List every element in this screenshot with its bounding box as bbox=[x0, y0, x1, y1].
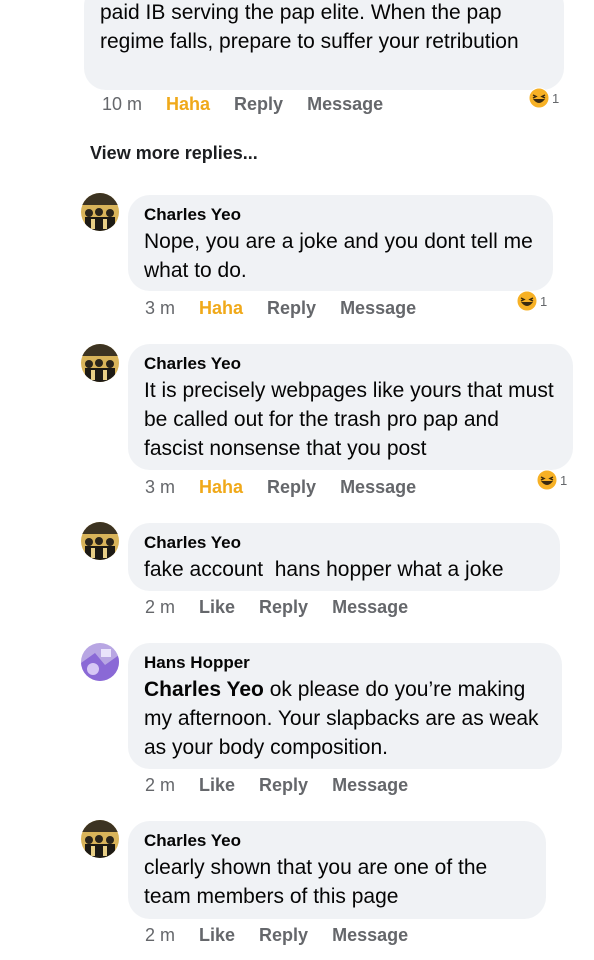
reply-button[interactable]: Reply bbox=[259, 775, 308, 796]
comment-bubble: Charles Yeo fake account hans hopper wha… bbox=[128, 523, 560, 591]
avatar[interactable] bbox=[81, 643, 119, 681]
reply-button[interactable]: Reply bbox=[259, 925, 308, 946]
timestamp: 2 m bbox=[145, 925, 176, 945]
reply-button[interactable]: Reply bbox=[259, 597, 308, 618]
timestamp: 2 m bbox=[145, 597, 176, 617]
comment-bubble: Charles Yeo Nope, you are a joke and you… bbox=[128, 195, 553, 291]
comment-text: fake account hans hopper what a joke bbox=[144, 558, 504, 581]
timestamp: 10 m bbox=[102, 94, 143, 114]
haha-button[interactable]: Haha bbox=[199, 298, 243, 319]
like-button[interactable]: Like bbox=[199, 775, 235, 796]
comment-text: clearly shown that you are one of the te… bbox=[144, 856, 488, 908]
comment-author[interactable]: Hans Hopper bbox=[144, 653, 546, 673]
haha-button[interactable]: Haha bbox=[199, 477, 243, 498]
timestamp: 3 m bbox=[145, 477, 176, 497]
haha-emoji-icon bbox=[528, 87, 550, 109]
group-photo-avatar bbox=[81, 522, 119, 560]
message-button[interactable]: Message bbox=[307, 94, 383, 115]
reply-button[interactable]: Reply bbox=[234, 94, 283, 115]
avatar[interactable] bbox=[81, 193, 119, 231]
message-button[interactable]: Message bbox=[340, 477, 416, 498]
like-button[interactable]: Like bbox=[199, 597, 235, 618]
reaction-summary[interactable]: 1 bbox=[536, 469, 567, 491]
mention-link[interactable]: Charles Yeo bbox=[144, 678, 264, 701]
like-button[interactable]: Like bbox=[199, 925, 235, 946]
message-button[interactable]: Message bbox=[332, 925, 408, 946]
group-photo-avatar bbox=[81, 193, 119, 231]
reply-button[interactable]: Reply bbox=[267, 298, 316, 319]
comment-bubble: Charles Yeo clearly shown that you are o… bbox=[128, 821, 546, 919]
haha-emoji-icon bbox=[536, 469, 558, 491]
haha-button[interactable]: Haha bbox=[166, 94, 210, 115]
message-button[interactable]: Message bbox=[340, 298, 416, 319]
comment-actions: 2 m Like Reply Message bbox=[145, 775, 408, 796]
comment-author[interactable]: Charles Yeo bbox=[144, 831, 530, 851]
comment-actions: 2 m Like Reply Message bbox=[145, 597, 408, 618]
reaction-count: 1 bbox=[540, 293, 548, 309]
message-button[interactable]: Message bbox=[332, 597, 408, 618]
avatar[interactable] bbox=[81, 344, 119, 382]
timestamp: 3 m bbox=[145, 298, 176, 318]
view-more-replies-link[interactable]: View more replies... bbox=[90, 143, 258, 164]
reply-button[interactable]: Reply bbox=[267, 477, 316, 498]
reaction-count: 1 bbox=[552, 90, 560, 106]
comment-author[interactable]: Charles Yeo bbox=[144, 533, 544, 553]
haha-emoji-icon bbox=[516, 290, 538, 312]
comment-actions: 10 m Haha Reply Message bbox=[102, 94, 383, 115]
reaction-summary[interactable]: 1 bbox=[516, 290, 547, 312]
purple-abstract-avatar bbox=[81, 643, 119, 681]
avatar[interactable] bbox=[81, 522, 119, 560]
comment-text: Nope, you are a joke and you dont tell m… bbox=[144, 230, 533, 282]
timestamp: 2 m bbox=[145, 775, 176, 795]
comment-text: paid IB serving the pap elite. When the … bbox=[100, 1, 519, 53]
group-photo-avatar bbox=[81, 820, 119, 858]
comment-author[interactable]: Charles Yeo bbox=[144, 354, 557, 374]
avatar[interactable] bbox=[81, 820, 119, 858]
comment-bubble: Charles Yeo It is precisely webpages lik… bbox=[128, 344, 573, 470]
reaction-count: 1 bbox=[560, 472, 568, 488]
comment-bubble: paid IB serving the pap elite. When the … bbox=[84, 0, 564, 90]
comment-text: Charles Yeo ok please do you’re making m… bbox=[144, 675, 546, 762]
group-photo-avatar bbox=[81, 344, 119, 382]
comment-bubble: Hans Hopper Charles Yeo ok please do you… bbox=[128, 643, 562, 769]
reaction-summary[interactable]: 1 bbox=[528, 87, 559, 109]
comment-actions: 2 m Like Reply Message bbox=[145, 925, 408, 946]
comment-actions: 3 m Haha Reply Message bbox=[145, 477, 416, 498]
comment-author[interactable]: Charles Yeo bbox=[144, 205, 537, 225]
message-button[interactable]: Message bbox=[332, 775, 408, 796]
comment-actions: 3 m Haha Reply Message bbox=[145, 298, 416, 319]
comment-text: It is precisely webpages like yours that… bbox=[144, 379, 554, 460]
